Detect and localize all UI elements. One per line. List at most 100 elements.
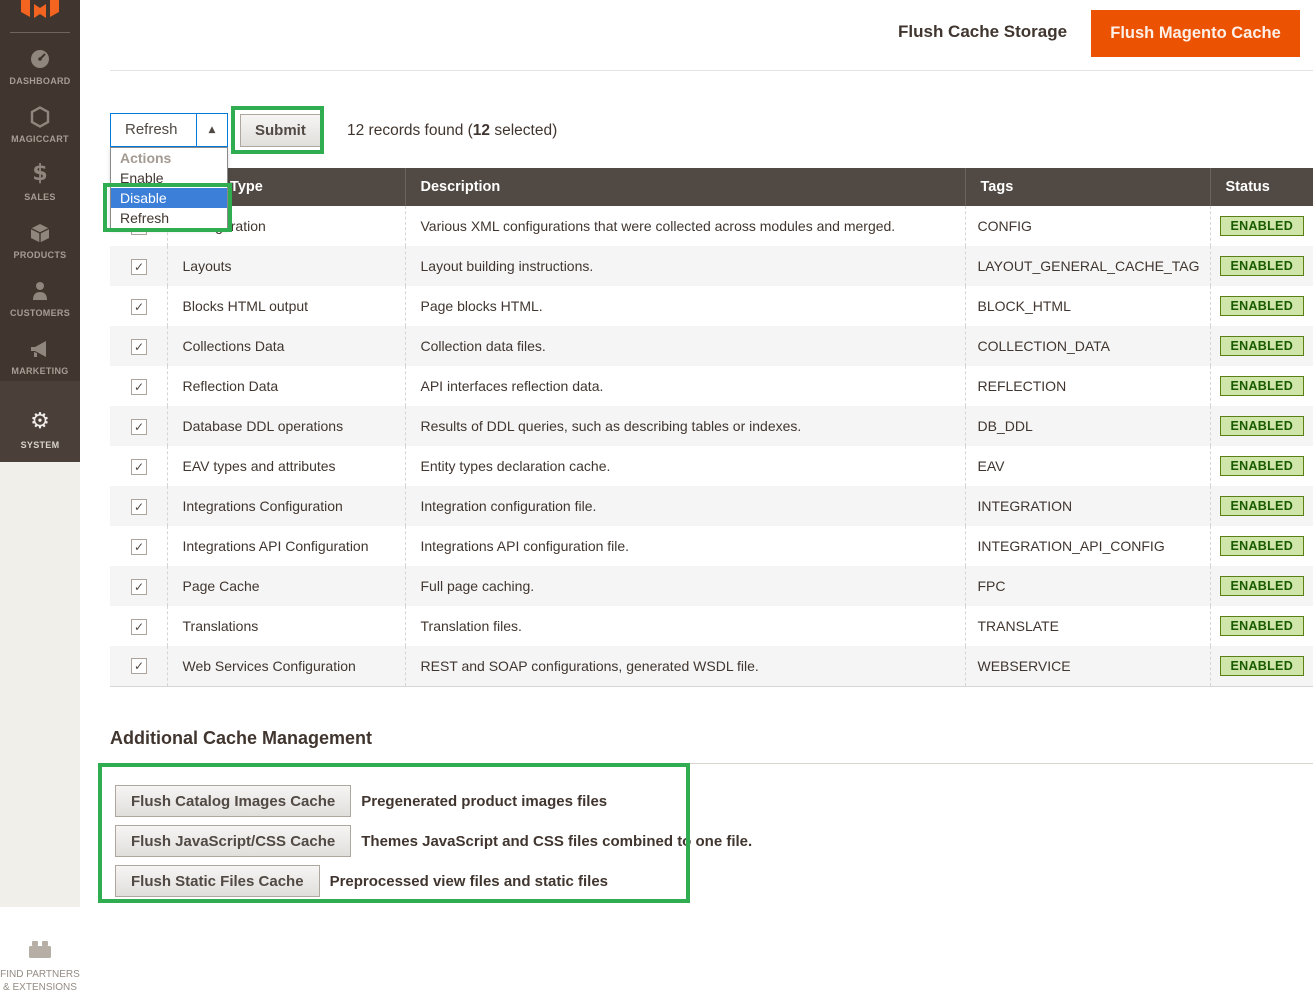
cell-cache-type: Translations	[167, 606, 405, 646]
cell-tags: INTEGRATION_API_CONFIG	[965, 526, 1210, 566]
status-badge: ENABLED	[1220, 376, 1305, 396]
cell-cache-type: Web Services Configuration	[167, 646, 405, 686]
row-checkbox[interactable]: ✓	[131, 419, 147, 435]
flush-js-css-cache-button[interactable]: Flush JavaScript/CSS Cache	[115, 825, 351, 857]
header-tags[interactable]: Tags	[965, 168, 1210, 206]
sidebar-item-customers[interactable]: CUSTOMERS	[0, 270, 80, 328]
flush-catalog-images-cache-button[interactable]: Flush Catalog Images Cache	[115, 785, 351, 817]
cell-tags: FPC	[965, 566, 1210, 606]
cell-description: Entity types declaration cache.	[405, 446, 965, 486]
sidebar-item-magiccart[interactable]: MAGICCART	[0, 96, 80, 154]
customers-icon	[28, 279, 52, 303]
status-badge: ENABLED	[1220, 416, 1305, 436]
acm-row-static-files: Flush Static Files Cache Preprocessed vi…	[115, 865, 608, 897]
mass-action-select[interactable]: Refresh ▲	[110, 113, 228, 147]
flush-cache-storage-button[interactable]: Flush Cache Storage	[898, 22, 1067, 42]
row-checkbox[interactable]: ✓	[131, 459, 147, 475]
sidebar-item-products[interactable]: PRODUCTS	[0, 212, 80, 270]
row-checkbox[interactable]: ✓	[131, 379, 147, 395]
cell-description: Layout building instructions.	[405, 246, 965, 286]
flush-static-files-description: Preprocessed view files and static files	[330, 873, 608, 890]
flush-magento-cache-button[interactable]: Flush Magento Cache	[1091, 10, 1300, 57]
magiccart-icon	[28, 105, 52, 129]
status-badge: ENABLED	[1220, 296, 1305, 316]
table-row: ✓ Layouts Layout building instructions. …	[110, 246, 1313, 286]
table-row: ✓ Integrations Configuration Integration…	[110, 486, 1313, 526]
extensions-brick-icon	[23, 934, 57, 964]
find-partners-label-line1: FIND PARTNERS	[0, 968, 80, 981]
sidebar-item-marketing[interactable]: MARKETING	[0, 328, 80, 386]
cell-cache-type: Blocks HTML output	[167, 286, 405, 326]
flush-catalog-images-description: Pregenerated product images files	[361, 793, 607, 810]
sidebar-item-dashboard[interactable]: DASHBOARD	[0, 38, 80, 96]
header-description[interactable]: Description	[405, 168, 965, 206]
table-row: ✓ Translations Translation files. TRANSL…	[110, 606, 1313, 646]
sidebar-item-label: PRODUCTS	[14, 250, 67, 260]
sidebar-item-label: MARKETING	[11, 366, 68, 376]
row-checkbox[interactable]: ✓	[131, 619, 147, 635]
flush-static-files-cache-button[interactable]: Flush Static Files Cache	[115, 865, 320, 897]
magento-logo-icon[interactable]	[21, 0, 59, 18]
dropdown-option-refresh[interactable]: Refresh	[111, 208, 227, 228]
cell-description: Integration configuration file.	[405, 486, 965, 526]
status-badge: ENABLED	[1220, 336, 1305, 356]
sidebar-item-label: SALES	[24, 192, 56, 202]
cache-table: Cache Type Description Tags Status ✓ Con…	[110, 168, 1313, 687]
cell-tags: EAV	[965, 446, 1210, 486]
cell-description: REST and SOAP configurations, generated …	[405, 646, 965, 686]
header-divider	[110, 70, 1313, 71]
row-checkbox[interactable]: ✓	[131, 499, 147, 515]
select-arrow-box[interactable]: ▲	[196, 114, 227, 146]
sidebar-item-find-partners[interactable]: FIND PARTNERS & EXTENSIONS	[0, 934, 80, 994]
cell-cache-type: EAV types and attributes	[167, 446, 405, 486]
sidebar-item-label: SYSTEM	[21, 440, 60, 450]
cell-tags: LAYOUT_GENERAL_CACHE_TAG	[965, 246, 1210, 286]
sales-icon: $	[32, 163, 47, 187]
products-icon	[28, 221, 52, 245]
table-header-row: Cache Type Description Tags Status	[110, 168, 1313, 206]
header-status[interactable]: Status	[1210, 168, 1313, 206]
submit-button[interactable]: Submit	[240, 114, 321, 147]
dashboard-icon	[28, 47, 52, 71]
status-badge: ENABLED	[1220, 456, 1305, 476]
additional-cache-title: Additional Cache Management	[110, 728, 372, 749]
cell-description: Translation files.	[405, 606, 965, 646]
cell-description: Various XML configurations that were col…	[405, 206, 965, 246]
flush-js-css-description: Themes JavaScript and CSS files combined…	[361, 833, 752, 850]
cell-tags: BLOCK_HTML	[965, 286, 1210, 326]
status-badge: ENABLED	[1220, 576, 1305, 596]
row-checkbox[interactable]: ✓	[131, 299, 147, 315]
row-checkbox[interactable]: ✓	[131, 658, 147, 674]
row-checkbox[interactable]: ✓	[131, 579, 147, 595]
mass-action-selected-value: Refresh	[125, 114, 178, 146]
cell-tags: WEBSERVICE	[965, 646, 1210, 686]
cell-tags: TRANSLATE	[965, 606, 1210, 646]
sidebar-divider	[10, 32, 70, 33]
row-checkbox[interactable]: ✓	[131, 539, 147, 555]
table-row: ✓ Web Services Configuration REST and SO…	[110, 646, 1313, 686]
cell-description: Page blocks HTML.	[405, 286, 965, 326]
section-divider	[110, 763, 1313, 764]
sidebar-lower-panel: FIND PARTNERS & EXTENSIONS	[0, 462, 80, 907]
find-partners-label-line2: & EXTENSIONS	[3, 981, 77, 994]
cell-description: Results of DDL queries, such as describi…	[405, 406, 965, 446]
sidebar-item-label: CUSTOMERS	[10, 308, 70, 318]
acm-row-js-css: Flush JavaScript/CSS Cache Themes JavaSc…	[115, 825, 752, 857]
row-checkbox[interactable]: ✓	[131, 259, 147, 275]
sidebar-item-system[interactable]: ⚙ SYSTEM	[0, 381, 80, 462]
status-badge: ENABLED	[1220, 216, 1305, 236]
sidebar-item-sales[interactable]: $ SALES	[0, 154, 80, 212]
cell-cache-type: Layouts	[167, 246, 405, 286]
table-row: ✓ Integrations API Configuration Integra…	[110, 526, 1313, 566]
dropdown-option-disable[interactable]: Disable	[111, 188, 227, 208]
table-row: ✓ Blocks HTML output Page blocks HTML. B…	[110, 286, 1313, 326]
table-row: ✓ EAV types and attributes Entity types …	[110, 446, 1313, 486]
row-checkbox[interactable]: ✓	[131, 339, 147, 355]
dropdown-option-enable[interactable]: Enable	[111, 168, 227, 188]
sidebar-item-label: MAGICCART	[11, 134, 69, 144]
cell-tags: CONFIG	[965, 206, 1210, 246]
cell-description: Full page caching.	[405, 566, 965, 606]
cell-cache-type: Database DDL operations	[167, 406, 405, 446]
admin-sidebar: DASHBOARD MAGICCART $ SALES PRODUCTS CUS…	[0, 0, 80, 462]
cell-description: Integrations API configuration file.	[405, 526, 965, 566]
